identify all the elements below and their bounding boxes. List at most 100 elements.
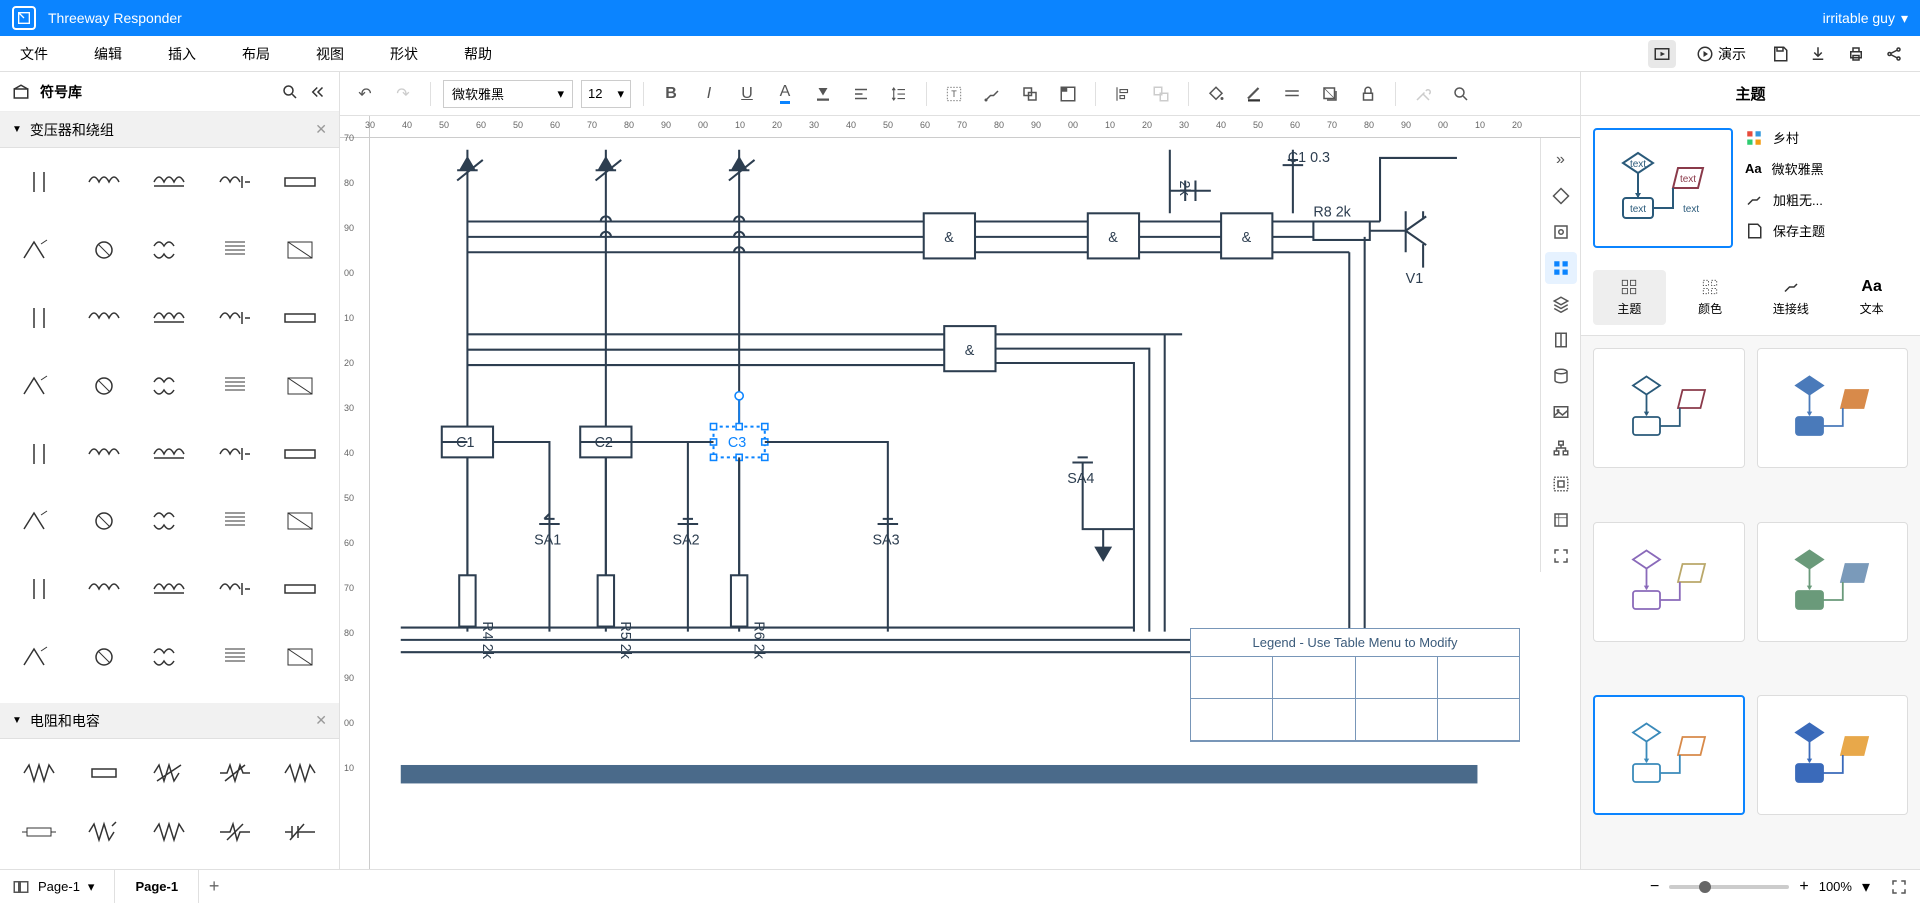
symbol-item[interactable] bbox=[141, 362, 198, 410]
tab-theme[interactable]: 主题 bbox=[1593, 270, 1666, 325]
menu-layout[interactable]: 布局 bbox=[234, 40, 278, 68]
symbol-item[interactable] bbox=[75, 808, 132, 856]
symbol-item[interactable] bbox=[10, 430, 67, 478]
symbol-item[interactable] bbox=[75, 294, 132, 342]
fit-screen-icon[interactable] bbox=[1890, 878, 1908, 896]
container-button[interactable] bbox=[1053, 79, 1083, 109]
theme-card[interactable] bbox=[1593, 522, 1745, 642]
align-button[interactable] bbox=[846, 79, 876, 109]
symbol-item[interactable] bbox=[75, 158, 132, 206]
menu-file[interactable]: 文件 bbox=[12, 40, 56, 68]
shape-button[interactable] bbox=[1015, 79, 1045, 109]
underline-button[interactable]: U bbox=[732, 79, 762, 109]
page-tab[interactable]: Page-1 bbox=[115, 870, 199, 903]
download-icon[interactable] bbox=[1804, 40, 1832, 68]
symbol-item[interactable] bbox=[75, 497, 132, 545]
lock-button[interactable] bbox=[1353, 79, 1383, 109]
insert-text-button[interactable]: T bbox=[939, 79, 969, 109]
symbol-item[interactable] bbox=[141, 158, 198, 206]
italic-button[interactable]: I bbox=[694, 79, 724, 109]
sitemap-icon[interactable] bbox=[1545, 432, 1577, 464]
symbol-item[interactable] bbox=[141, 497, 198, 545]
symbol-item[interactable] bbox=[272, 362, 329, 410]
symbol-item[interactable] bbox=[75, 565, 132, 613]
add-page-button[interactable]: + bbox=[199, 876, 229, 897]
menu-edit[interactable]: 编辑 bbox=[86, 40, 130, 68]
symbol-item[interactable] bbox=[272, 633, 329, 681]
theme-card[interactable] bbox=[1593, 348, 1745, 468]
zoom-in-button[interactable]: + bbox=[1799, 878, 1808, 896]
expand-panel-icon[interactable]: » bbox=[1545, 144, 1577, 176]
zoom-out-button[interactable]: − bbox=[1650, 878, 1659, 896]
symbol-item[interactable] bbox=[10, 808, 67, 856]
search-icon[interactable] bbox=[281, 83, 299, 101]
menu-view[interactable]: 视图 bbox=[308, 40, 352, 68]
fullscreen-icon[interactable] bbox=[1545, 540, 1577, 572]
bold-button[interactable]: B bbox=[656, 79, 686, 109]
symbol-item[interactable] bbox=[206, 158, 263, 206]
symbol-item[interactable] bbox=[272, 749, 329, 797]
search-canvas-button[interactable] bbox=[1446, 79, 1476, 109]
theme-opt-font[interactable]: Aa微软雅黑 bbox=[1745, 159, 1908, 178]
theme-card[interactable] bbox=[1757, 695, 1909, 815]
symbol-item[interactable] bbox=[10, 565, 67, 613]
symbol-item[interactable] bbox=[206, 294, 263, 342]
menu-insert[interactable]: 插入 bbox=[160, 40, 204, 68]
user-menu[interactable]: irritable guy ▾ bbox=[1823, 10, 1908, 27]
save-icon[interactable] bbox=[1766, 40, 1794, 68]
symbol-item[interactable] bbox=[10, 749, 67, 797]
symbol-item[interactable] bbox=[206, 633, 263, 681]
tab-text[interactable]: Aa文本 bbox=[1835, 270, 1908, 325]
category-resistors[interactable]: ▼ 电阻和电容 ✕ bbox=[0, 703, 339, 739]
symbol-item[interactable] bbox=[10, 497, 67, 545]
symbol-item[interactable] bbox=[272, 158, 329, 206]
close-icon[interactable]: ✕ bbox=[315, 712, 327, 729]
zoom-dropdown-icon[interactable]: ▾ bbox=[1862, 877, 1870, 897]
symbol-item[interactable] bbox=[206, 362, 263, 410]
redo-button[interactable]: ↷ bbox=[388, 79, 418, 109]
print-icon[interactable] bbox=[1842, 40, 1870, 68]
theme-card[interactable] bbox=[1757, 522, 1909, 642]
symbol-item[interactable] bbox=[206, 749, 263, 797]
collapse-icon[interactable] bbox=[309, 83, 327, 101]
symbol-item[interactable] bbox=[75, 749, 132, 797]
symbol-item[interactable] bbox=[272, 294, 329, 342]
image-icon[interactable] bbox=[1545, 396, 1577, 428]
tools-button[interactable] bbox=[1408, 79, 1438, 109]
symbol-item[interactable] bbox=[141, 749, 198, 797]
line-style-button[interactable] bbox=[1277, 79, 1307, 109]
share-icon[interactable] bbox=[1880, 40, 1908, 68]
symbol-item[interactable] bbox=[10, 294, 67, 342]
theme-card[interactable] bbox=[1757, 348, 1909, 468]
theme-opt-connector[interactable]: 加粗无... bbox=[1745, 190, 1908, 209]
zoom-slider[interactable] bbox=[1669, 885, 1789, 889]
symbol-item[interactable] bbox=[206, 497, 263, 545]
menu-shape[interactable]: 形状 bbox=[382, 40, 426, 68]
symbol-item[interactable] bbox=[141, 430, 198, 478]
theme-card[interactable] bbox=[1593, 695, 1745, 815]
symbol-item[interactable] bbox=[10, 158, 67, 206]
symbol-item[interactable] bbox=[141, 565, 198, 613]
symbol-item[interactable] bbox=[206, 430, 263, 478]
style-icon[interactable] bbox=[1545, 180, 1577, 212]
font-select[interactable]: 微软雅黑▾ bbox=[443, 80, 573, 108]
pages-icon[interactable] bbox=[12, 878, 30, 896]
category-transformers[interactable]: ▼ 变压器和绕组 ✕ bbox=[0, 112, 339, 148]
fill-button[interactable] bbox=[1201, 79, 1231, 109]
symbol-item[interactable] bbox=[141, 226, 198, 274]
history-icon[interactable] bbox=[1545, 504, 1577, 536]
symbol-item[interactable] bbox=[10, 226, 67, 274]
theme-icon[interactable] bbox=[1545, 252, 1577, 284]
tab-connector[interactable]: 连接线 bbox=[1755, 270, 1828, 325]
demo-button[interactable]: 演示 bbox=[1686, 40, 1756, 68]
theme-opt-save[interactable]: 保存主题 bbox=[1745, 221, 1908, 240]
connector-button[interactable] bbox=[977, 79, 1007, 109]
symbol-item[interactable] bbox=[10, 362, 67, 410]
symbol-item[interactable] bbox=[206, 565, 263, 613]
symbol-item[interactable] bbox=[272, 565, 329, 613]
align-left-button[interactable] bbox=[1108, 79, 1138, 109]
symbol-item[interactable] bbox=[141, 808, 198, 856]
close-icon[interactable]: ✕ bbox=[315, 121, 327, 138]
undo-button[interactable]: ↶ bbox=[350, 79, 380, 109]
symbol-item[interactable] bbox=[272, 808, 329, 856]
